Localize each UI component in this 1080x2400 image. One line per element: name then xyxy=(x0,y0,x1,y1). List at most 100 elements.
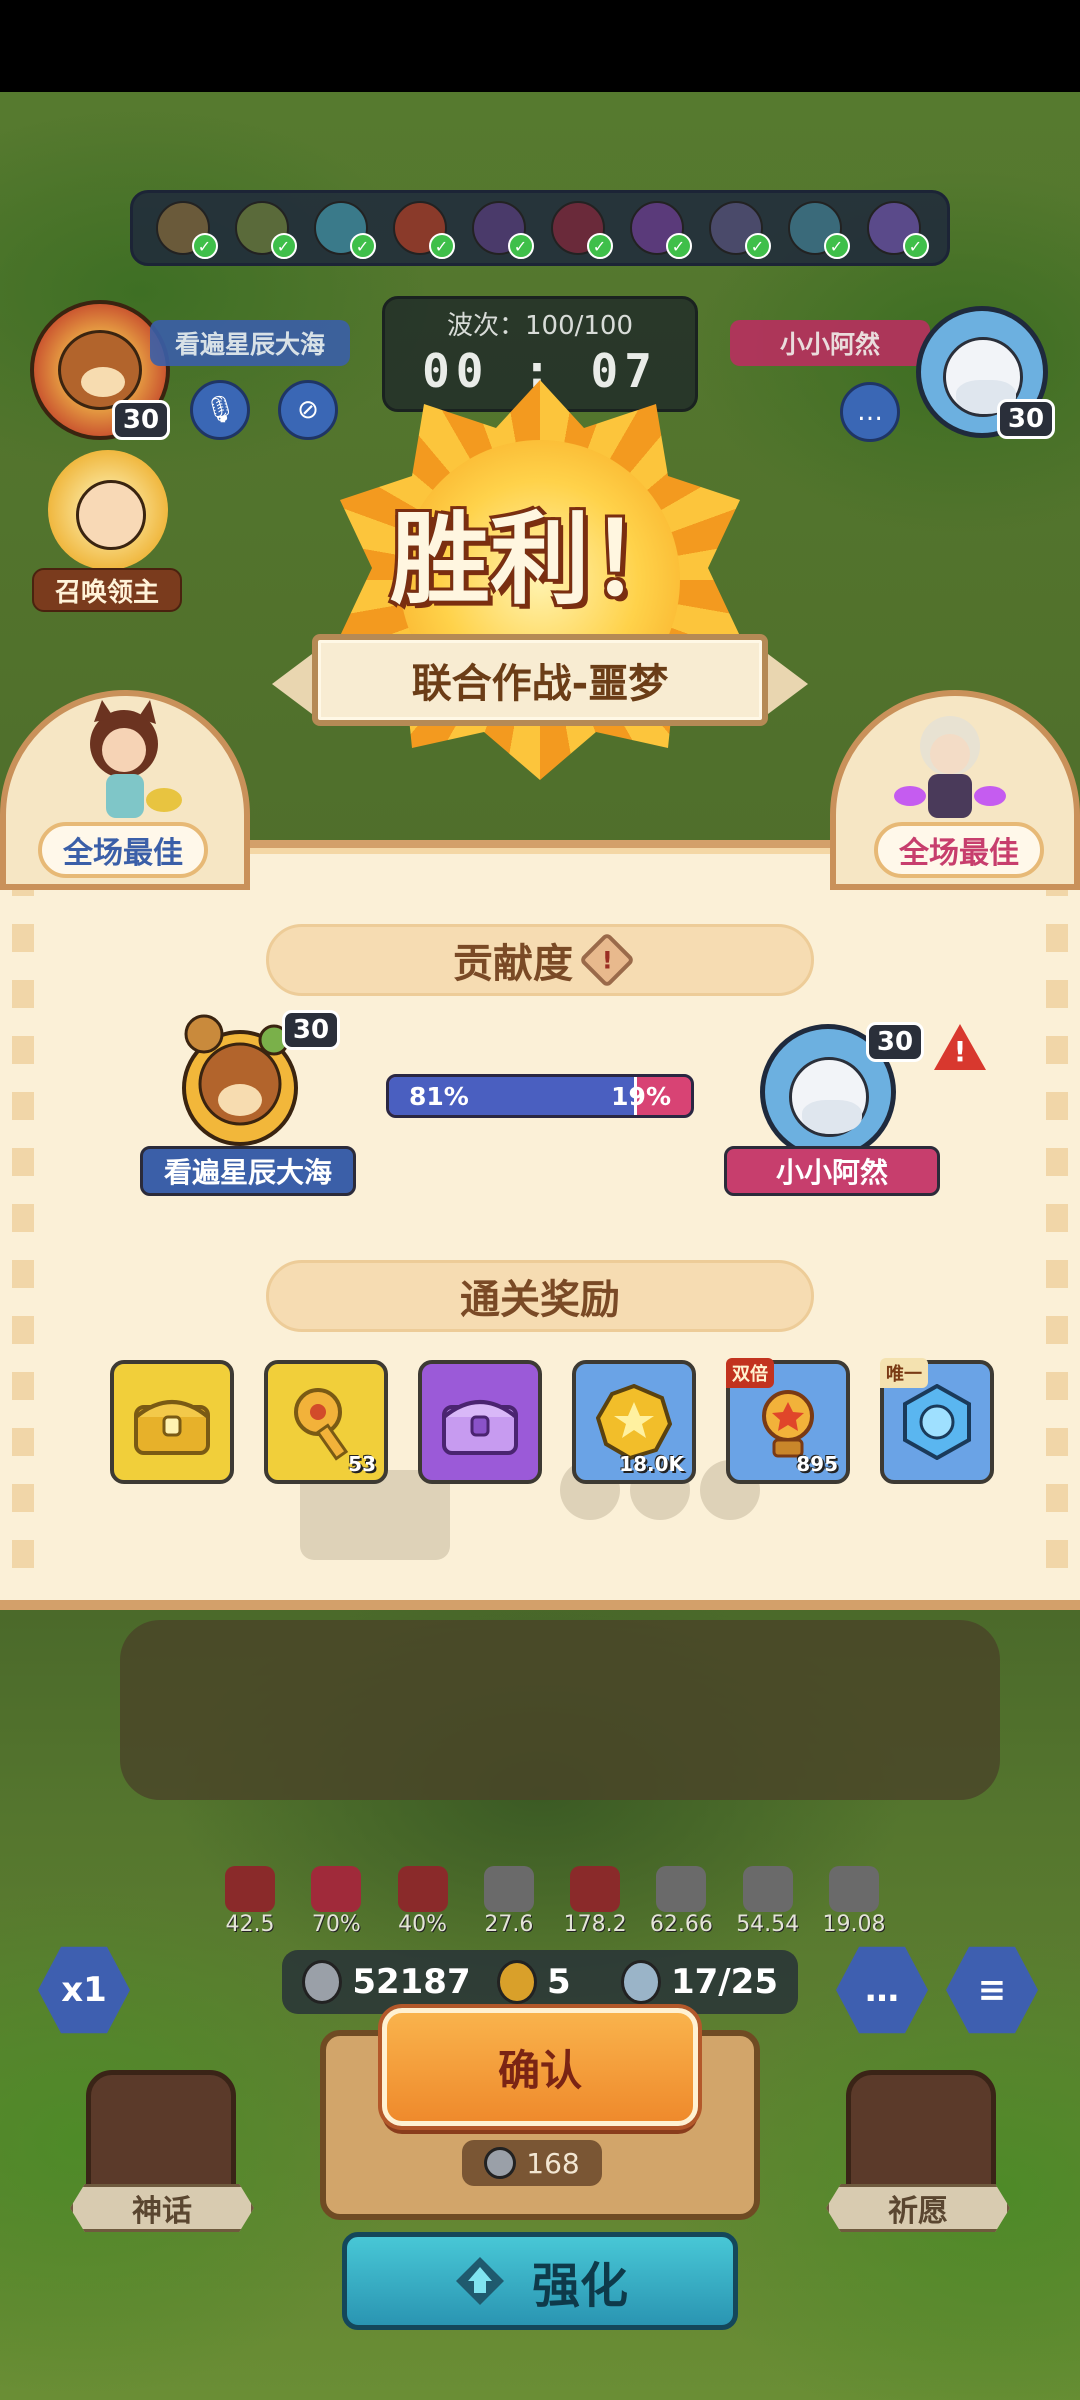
silver-amount: 52187 xyxy=(352,1962,471,2002)
clover-amount: 5 xyxy=(546,1962,571,2002)
reward-item[interactable] xyxy=(110,1360,234,1484)
damage-icon xyxy=(570,1866,621,1912)
check-icon: ✓ xyxy=(823,233,850,259)
unit-count: 17/25 xyxy=(670,1962,778,2002)
stat-row: 42.5 70% 40% 27.6 178.2 62.66 54.54 19.0… xyxy=(212,1866,892,1946)
reward-item[interactable]: 53 xyxy=(264,1360,388,1484)
reward-item[interactable]: 18.0K xyxy=(572,1360,696,1484)
stage-name-banner: 联合作战-噩梦 xyxy=(312,634,768,726)
clover-coin-icon xyxy=(496,1960,537,2004)
trophy-icon xyxy=(762,1390,814,1458)
crit-damage-icon xyxy=(397,1866,448,1912)
stat-item: 27.6 xyxy=(471,1866,547,1946)
stat-item: 42.5 xyxy=(212,1866,288,1946)
contribution-title-text: 贡献度 xyxy=(453,941,573,987)
reward-tag: 双倍 xyxy=(726,1358,774,1388)
reward-count: 895 xyxy=(796,1452,838,1476)
gem-icon xyxy=(903,1384,971,1460)
contribution-bar: 81% 19% xyxy=(386,1074,694,1118)
stat-item: 54.54 xyxy=(730,1866,806,1946)
mute-voice-icon[interactable]: 🎙 xyxy=(190,380,250,440)
check-icon: ✓ xyxy=(665,233,692,259)
contribution-title: 贡献度 ! xyxy=(266,924,814,996)
summon-lord-label[interactable]: 召唤领主 xyxy=(32,568,182,612)
check-icon: ✓ xyxy=(270,233,297,259)
reward-item[interactable]: 唯一 xyxy=(880,1358,994,1484)
reward-tag: 唯一 xyxy=(880,1358,928,1388)
defeated-enemies-strip: ✓ ✓ ✓ ✓ ✓ ✓ ✓ ✓ ✓ ✓ xyxy=(130,190,950,266)
resource-bar: 52187 5 17/25 xyxy=(282,1950,798,2014)
reward-count: 18.0K xyxy=(619,1452,684,1476)
status-bar xyxy=(0,0,1080,92)
left-player-avatar[interactable]: 30 xyxy=(30,300,170,440)
cooldown-icon xyxy=(828,1866,879,1912)
info-icon[interactable]: ! xyxy=(578,931,636,989)
unit-count-icon xyxy=(620,1960,661,2004)
silver-coin-icon xyxy=(484,2147,517,2179)
right-mvp-character xyxy=(890,700,1010,830)
myth-label[interactable]: 神话 xyxy=(70,2184,254,2232)
wish-label[interactable]: 祈愿 xyxy=(826,2184,1010,2232)
left-mvp-tag: 全场最佳 xyxy=(38,822,208,878)
contribution-left-level: 30 xyxy=(282,1010,340,1050)
battlefield-lane xyxy=(120,1620,1000,1800)
key-icon xyxy=(294,1388,349,1461)
enemy-token: ✓ xyxy=(705,197,771,259)
crit-rate-icon xyxy=(311,1866,362,1912)
contribution-left-percent: 81% xyxy=(409,1082,469,1111)
coin-icon xyxy=(596,1384,672,1460)
enemy-token: ✓ xyxy=(310,197,376,259)
wave-label: 波次：100/100 xyxy=(446,311,633,341)
contribution-right-name: 小小阿然 xyxy=(724,1146,940,1196)
right-player-avatar[interactable]: 30 xyxy=(916,306,1055,439)
check-icon: ✓ xyxy=(586,233,613,259)
silver-coin-icon xyxy=(302,1960,343,2004)
attack-speed-icon xyxy=(483,1866,534,1912)
victory-title: 胜利！ xyxy=(390,501,690,618)
stat-item: 178.2 xyxy=(557,1866,633,1946)
enemy-token: ✓ xyxy=(626,197,692,259)
check-icon: ✓ xyxy=(507,233,534,259)
reward-item[interactable] xyxy=(418,1360,542,1484)
stat-item: 70% xyxy=(298,1866,374,1946)
chat-icon[interactable]: … xyxy=(840,382,900,442)
contribution-right-percent: 19% xyxy=(611,1082,671,1111)
enemy-token: ✓ xyxy=(547,197,613,259)
check-icon: ✓ xyxy=(744,233,771,259)
upgrade-arrow-icon xyxy=(455,2257,504,2305)
right-player-name: 小小阿然 xyxy=(730,320,930,366)
upgrade-label: 强化 xyxy=(531,2258,628,2314)
rewards-row: 53 18.0K 双倍 895 唯一 xyxy=(110,1358,994,1488)
enemy-token: ✓ xyxy=(784,197,850,259)
purple-chest-icon xyxy=(442,1400,518,1455)
summon-cost: 168 xyxy=(462,2140,602,2186)
stat-item: 40% xyxy=(385,1866,461,1946)
contribution-right-level: 30 xyxy=(866,1022,924,1062)
enemy-token: ✓ xyxy=(231,197,297,259)
reward-item[interactable]: 双倍 895 xyxy=(726,1358,850,1484)
check-icon: ✓ xyxy=(428,233,455,259)
right-mvp-tag: 全场最佳 xyxy=(874,822,1044,878)
attack-icon xyxy=(225,1866,275,1912)
check-icon: ✓ xyxy=(902,233,929,259)
check-icon: ✓ xyxy=(191,233,218,259)
enemy-token: ✓ xyxy=(863,197,929,259)
mute-chat-icon[interactable]: ⊘ xyxy=(278,380,338,440)
enemy-token: ✓ xyxy=(389,197,455,259)
power-icon xyxy=(656,1866,707,1912)
upgrade-button[interactable]: 强化 xyxy=(342,2232,738,2330)
left-player-level: 30 xyxy=(112,400,170,440)
stat-item: 19.08 xyxy=(816,1866,892,1946)
reward-count: 53 xyxy=(348,1452,376,1476)
right-player-level: 30 xyxy=(997,399,1055,439)
summon-lord-avatar[interactable] xyxy=(48,450,168,570)
contribution-left-avatar: 30 xyxy=(164,1010,340,1150)
confirm-button[interactable]: 确认 xyxy=(382,2008,698,2126)
range-icon xyxy=(742,1866,793,1912)
left-player-name: 看遍星辰大海 xyxy=(150,320,350,366)
left-mvp-character xyxy=(66,700,186,830)
enemy-token: ✓ xyxy=(468,197,534,259)
stat-item: 62.66 xyxy=(643,1866,719,1946)
check-icon: ✓ xyxy=(349,233,376,259)
enemy-token: ✓ xyxy=(152,197,218,259)
